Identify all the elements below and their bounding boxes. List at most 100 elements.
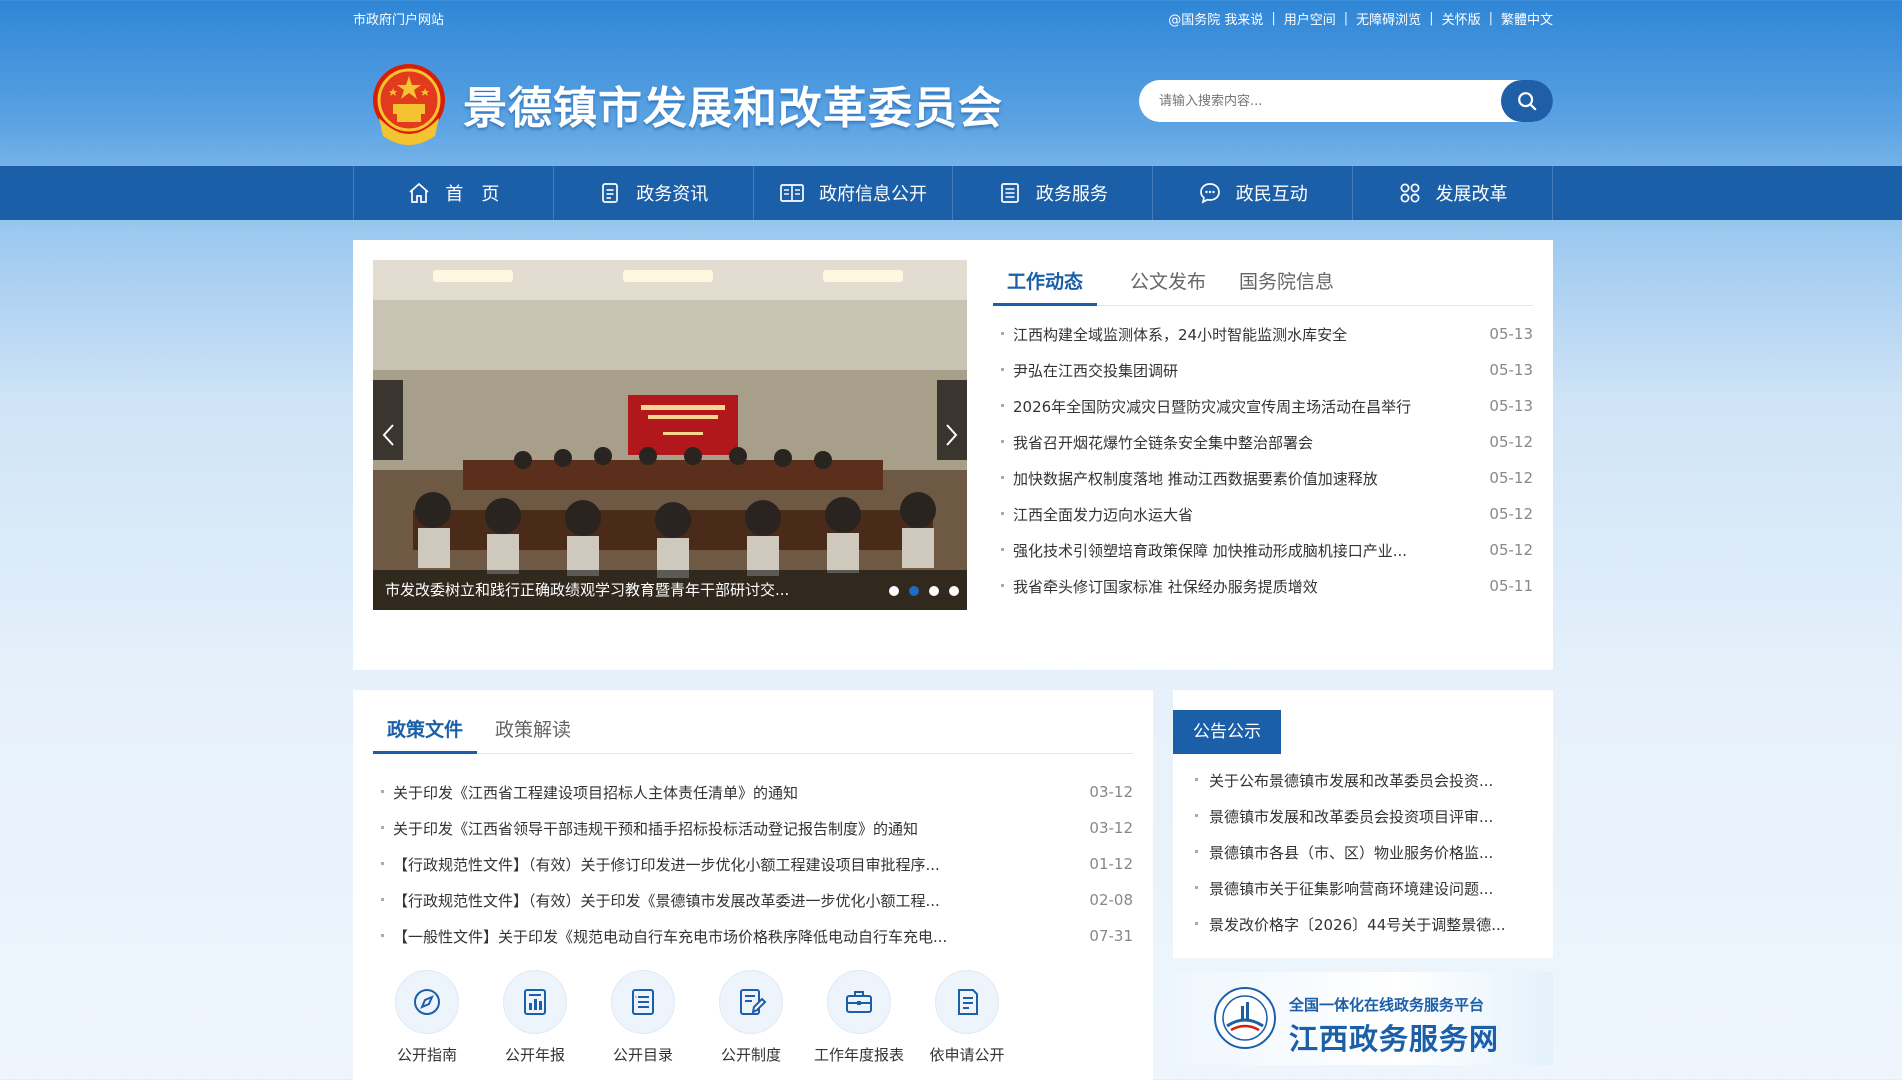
quick-link-annual-report[interactable]: 公开年报 — [481, 970, 589, 1065]
quick-link-label: 公开制度 — [720, 1046, 781, 1064]
policy-panel: 政策文件 政策解读 关于印发《江西省工程建设项目招标人主体责任清单》的通知 03-… — [353, 690, 1153, 1080]
list-item[interactable]: 我省牵头修订国家标准 社保经办服务提质增效 05-11 — [993, 568, 1533, 604]
news-date: 05-13 — [1489, 361, 1533, 379]
list-item[interactable]: 江西全面发力迈向水运大省 05-12 — [993, 496, 1533, 532]
quick-link-system[interactable]: 公开制度 — [697, 970, 805, 1065]
news-date: 05-13 — [1489, 325, 1533, 343]
announcement-title: 景发改价格字〔2026〕44号关于调整景德... — [1183, 914, 1506, 935]
news-panel: 市发改委树立和践行正确政绩观学习教育暨青年干部研讨交... 工作动态 公文发布 … — [353, 240, 1553, 670]
list-item[interactable]: 关于印发《江西省工程建设项目招标人主体责任清单》的通知 03-12 — [373, 774, 1133, 810]
news-title: 加快数据产权制度落地 推动江西数据要素价值加速释放 — [993, 468, 1378, 489]
slider-prev-button[interactable] — [373, 410, 403, 460]
top-link-accessibility[interactable]: 无障碍浏览 — [1356, 9, 1421, 28]
nav-label: 发展改革 — [1435, 184, 1508, 205]
banner-title: 江西政务服务网 — [1289, 1022, 1500, 1056]
slider-dot[interactable] — [929, 586, 939, 596]
announcement-panel: 公告公示 关于公布景德镇市发展和改革委员会投资... 景德镇市发展和改革委员会投… — [1173, 690, 1553, 958]
edit-doc-icon — [740, 989, 767, 1015]
quick-link-guide[interactable]: 公开指南 — [373, 970, 481, 1065]
quick-link-label: 公开目录 — [612, 1046, 673, 1064]
top-link-weibo[interactable]: @国务院 我来说 — [1168, 9, 1263, 28]
list-item[interactable]: 江西构建全域监测体系，24小时智能监测水库安全 05-13 — [993, 316, 1533, 352]
site-header: 景德镇市发展和改革委员会 — [353, 50, 1553, 150]
news-date: 05-12 — [1489, 433, 1533, 451]
policy-date: 01-12 — [1089, 855, 1133, 873]
list-item[interactable]: 关于印发《江西省领导干部违规干预和插手招标投标活动登记报告制度》的通知 03-12 — [373, 810, 1133, 846]
disclosure-quick-links: 公开指南 公开年报 公开目录 公开制度 工作年度报表 依申请公开 — [373, 970, 1133, 1065]
policy-list: 关于印发《江西省工程建设项目招标人主体责任清单》的通知 03-12 关于印发《江西… — [373, 774, 1133, 954]
quick-link-annual-statement[interactable]: 工作年度报表 — [805, 970, 913, 1065]
announcement-title: 景德镇市关于征集影响营商环境建设问题... — [1183, 878, 1493, 899]
news-date: 05-11 — [1489, 577, 1533, 595]
announcement-title: 景德镇市各县（市、区）物业服务价格监... — [1183, 842, 1493, 863]
news-title: 江西构建全域监测体系，24小时智能监测水库安全 — [993, 324, 1347, 345]
tab-announcements[interactable]: 公告公示 — [1173, 710, 1281, 754]
briefcase-icon — [846, 991, 872, 1013]
search-icon — [1518, 92, 1537, 111]
photo-slider[interactable]: 市发改委树立和践行正确政绩观学习教育暨青年干部研讨交... — [373, 260, 967, 610]
slider-dot[interactable] — [889, 586, 899, 596]
top-links: @国务院 我来说 | 用户空间 | 无障碍浏览 | 关怀版 | 繁體中文 — [1168, 9, 1553, 28]
list-item[interactable]: 【行政规范性文件】（有效）关于修订印发进一步优化小额工程建设项目审批程序... 0… — [373, 846, 1133, 882]
list-item[interactable]: 加快数据产权制度落地 推动江西数据要素价值加速释放 05-12 — [993, 460, 1533, 496]
top-link-care-mode[interactable]: 关怀版 — [1442, 9, 1481, 28]
nav-public-interaction[interactable]: 政民互动 — [1152, 166, 1352, 220]
nav-label: 政府信息公开 — [819, 184, 928, 205]
top-link-user-space[interactable]: 用户空间 — [1284, 9, 1336, 28]
nav-home[interactable]: 首 页 — [353, 166, 553, 220]
list-item[interactable]: 【行政规范性文件】（有效）关于印发《景德镇市发展改革委进一步优化小额工程... 0… — [373, 882, 1133, 918]
news-title: 尹弘在江西交投集团调研 — [993, 360, 1178, 381]
list-item[interactable]: 尹弘在江西交投集团调研 05-13 — [993, 352, 1533, 388]
banner-subtitle: 全国一体化在线政务服务平台 — [1289, 996, 1485, 1014]
list-item[interactable]: 强化技术引领塑培育政策保障 加快推动形成脑机接口产业... 05-12 — [993, 532, 1533, 568]
gov-portal-link[interactable]: 市政府门户网站 — [353, 9, 444, 28]
slide-caption[interactable]: 市发改委树立和践行正确政绩观学习教育暨青年干部研讨交... — [373, 570, 967, 610]
search-input[interactable] — [1159, 81, 1501, 121]
quick-link-on-request[interactable]: 依申请公开 — [913, 970, 1021, 1065]
tab-policy-documents[interactable]: 政策文件 — [373, 710, 478, 754]
jiangxi-service-banner[interactable]: 全国一体化在线政务服务平台 江西政务服务网 — [1173, 972, 1553, 1065]
quick-link-catalog[interactable]: 公开目录 — [589, 970, 697, 1065]
national-emblem-icon — [369, 58, 449, 148]
nav-label: 政务资讯 — [636, 184, 709, 205]
nav-info-disclosure[interactable]: 政府信息公开 — [752, 166, 953, 220]
tab-policy-interpretation[interactable]: 政策解读 — [495, 710, 571, 754]
tab-work-updates[interactable]: 工作动态 — [993, 262, 1098, 306]
top-bar: 市政府门户网站 @国务院 我来说 | 用户空间 | 无障碍浏览 | 关怀版 | 繁體中文 — [353, 0, 1553, 36]
news-tabs: 工作动态 公文发布 国务院信息 — [993, 262, 1533, 306]
main-nav-bar: 首 页 政务资讯 政府信息公开 政务服务 政民互动 发展改革 — [0, 166, 1902, 220]
list-item[interactable]: 景发改价格字〔2026〕44号关于调整景德... — [1183, 906, 1543, 942]
slider-dot[interactable] — [949, 586, 959, 596]
search-button[interactable] — [1501, 80, 1553, 122]
meeting-photo — [373, 260, 967, 610]
list-item[interactable]: 2026年全国防灾减灾日暨防灾减灾宣传周主场活动在昌举行 05-13 — [993, 388, 1533, 424]
list-item[interactable]: 【一般性文件】关于印发《规范电动自行车充电市场价格秩序降低电动自行车充电... 0… — [373, 918, 1133, 954]
quick-link-label: 依申请公开 — [929, 1046, 1005, 1064]
chevron-left-icon — [382, 424, 394, 446]
policy-title: 【行政规范性文件】（有效）关于印发《景德镇市发展改革委进一步优化小额工程... — [373, 890, 940, 911]
tab-official-documents[interactable]: 公文发布 — [1130, 262, 1206, 306]
quick-link-label: 公开指南 — [396, 1046, 457, 1064]
apply-doc-icon — [958, 989, 978, 1015]
tab-state-council-info[interactable]: 国务院信息 — [1239, 262, 1334, 306]
service-platform-logo-icon — [1214, 987, 1276, 1049]
news-title: 2026年全国防灾减灾日暨防灾减灾宣传周主场活动在昌举行 — [993, 396, 1411, 417]
catalog-icon — [632, 989, 654, 1015]
slider-next-button[interactable] — [937, 410, 967, 460]
book-icon — [780, 184, 804, 202]
slider-dot-active[interactable] — [909, 586, 919, 596]
document-icon — [602, 183, 619, 203]
policy-title: 关于印发《江西省工程建设项目招标人主体责任清单》的通知 — [373, 782, 798, 803]
nav-development-reform[interactable]: 发展改革 — [1352, 166, 1553, 220]
nav-label: 政务服务 — [1035, 184, 1108, 205]
list-item[interactable]: 我省召开烟花爆竹全链条安全集中整治部署会 05-12 — [993, 424, 1533, 460]
list-item[interactable]: 景德镇市各县（市、区）物业服务价格监... — [1183, 834, 1543, 870]
list-item[interactable]: 关于公布景德镇市发展和改革委员会投资... — [1183, 762, 1543, 798]
policy-title: 关于印发《江西省领导干部违规干预和插手招标投标活动登记报告制度》的通知 — [373, 818, 918, 839]
top-link-traditional-chinese[interactable]: 繁體中文 — [1501, 9, 1553, 28]
home-icon — [409, 182, 429, 203]
nav-government-news[interactable]: 政务资讯 — [552, 166, 753, 220]
nav-government-services[interactable]: 政务服务 — [952, 166, 1152, 220]
list-item[interactable]: 景德镇市发展和改革委员会投资项目评审... — [1183, 798, 1543, 834]
list-item[interactable]: 景德镇市关于征集影响营商环境建设问题... — [1183, 870, 1543, 906]
